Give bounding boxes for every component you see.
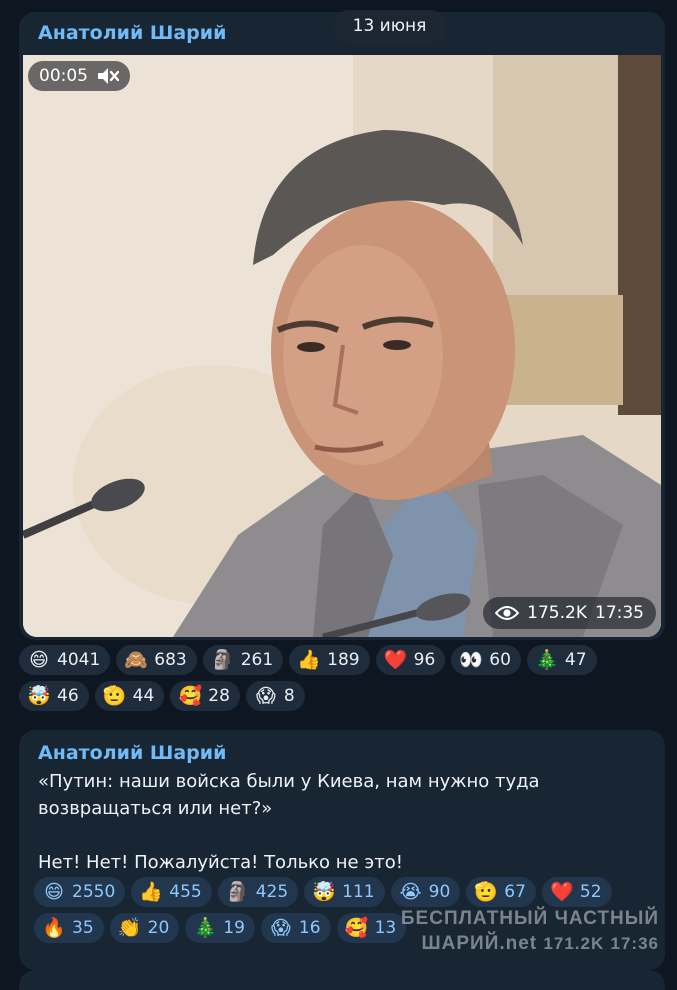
reaction-emoji: 🎄 bbox=[535, 649, 559, 671]
date-separator: 13 июня bbox=[333, 10, 446, 43]
reaction-pill[interactable]: 🔥 35 bbox=[34, 913, 104, 943]
post-text: «Путин: наши войска были у Киева, нам ну… bbox=[38, 771, 540, 873]
reaction-pill[interactable]: 🗿 425 bbox=[217, 877, 299, 907]
reaction-emoji: ❤️ bbox=[383, 649, 408, 671]
reaction-pill[interactable]: 🎄 47 bbox=[526, 645, 597, 675]
reaction-count: 455 bbox=[169, 882, 202, 902]
reaction-count: 261 bbox=[240, 650, 274, 670]
watermark-brand: ШАРИЙ.net bbox=[421, 933, 538, 954]
reaction-pill[interactable]: 👍 455 bbox=[131, 877, 212, 907]
reaction-count: 47 bbox=[564, 650, 587, 670]
reaction-emoji: 🤯 bbox=[27, 685, 51, 707]
reaction-count: 189 bbox=[327, 650, 360, 670]
reaction-pill[interactable]: 🫡 44 bbox=[94, 681, 165, 711]
post2-time: 17:36 bbox=[610, 934, 659, 953]
watermark: БЕСПЛАТНЫЙ ЧАСТНЫЙ ШАРИЙ.net 171.2K 17:3… bbox=[401, 906, 659, 956]
reaction-count: 35 bbox=[72, 918, 94, 938]
speaker-muted-icon[interactable] bbox=[96, 66, 120, 86]
reaction-emoji: 😭 bbox=[399, 881, 422, 903]
reaction-emoji: 🫡 bbox=[102, 685, 127, 707]
reaction-emoji: 🎄 bbox=[193, 917, 218, 939]
reaction-pill[interactable]: 😱 8 bbox=[245, 681, 305, 711]
reaction-pill[interactable]: 😄 2550 bbox=[34, 877, 126, 907]
reaction-pill[interactable]: 🫡 67 bbox=[466, 877, 536, 907]
reaction-emoji: 🔥 bbox=[42, 917, 66, 939]
reaction-pill[interactable]: 🥰 28 bbox=[170, 681, 240, 711]
reaction-count: 67 bbox=[504, 882, 526, 902]
reaction-emoji: 😱 bbox=[256, 685, 276, 707]
reaction-pill[interactable]: ❤️ 52 bbox=[541, 877, 612, 907]
video-views-badge: 175.2K 17:35 bbox=[483, 597, 656, 629]
reaction-count: 4041 bbox=[57, 650, 101, 670]
reaction-count: 8 bbox=[283, 686, 295, 706]
reaction-count: 60 bbox=[489, 650, 511, 670]
reaction-emoji: 🤯 bbox=[312, 881, 336, 903]
reaction-emoji: 👀 bbox=[459, 649, 484, 671]
reaction-count: 16 bbox=[298, 918, 321, 938]
reaction-emoji: 🫡 bbox=[474, 881, 499, 903]
reaction-pill[interactable]: 🎄 19 bbox=[185, 913, 255, 943]
reaction-pill[interactable]: 😭 90 bbox=[390, 877, 461, 907]
video-player[interactable]: 00:05 175.2K 17:35 bbox=[23, 55, 661, 637]
reaction-emoji: 👍 bbox=[139, 881, 164, 903]
video-duration: 00:05 bbox=[39, 66, 88, 86]
reaction-emoji: 👍 bbox=[297, 649, 321, 671]
reaction-count: 44 bbox=[132, 686, 155, 706]
post-time: 17:35 bbox=[595, 603, 644, 623]
reaction-emoji: 😱 bbox=[271, 917, 291, 939]
reaction-pill[interactable]: 🤯 46 bbox=[19, 681, 89, 711]
reaction-pill[interactable]: 😄 4041 bbox=[19, 645, 111, 675]
reaction-pill[interactable]: ❤️ 96 bbox=[375, 645, 446, 675]
reaction-count: 46 bbox=[57, 686, 79, 706]
reaction-pill[interactable]: 🙈 683 bbox=[116, 645, 197, 675]
post-author[interactable]: Анатолий Шарий bbox=[38, 742, 226, 764]
reaction-count: 52 bbox=[579, 882, 602, 902]
reaction-emoji: 👏 bbox=[117, 917, 142, 939]
video-duration-badge: 00:05 bbox=[28, 61, 130, 91]
post-author[interactable]: Анатолий Шарий bbox=[38, 22, 226, 44]
reaction-count: 20 bbox=[147, 918, 170, 938]
reaction-count: 90 bbox=[428, 882, 451, 902]
reaction-emoji: 🙈 bbox=[124, 649, 149, 671]
reaction-emoji: 🥰 bbox=[344, 917, 369, 939]
reaction-pill[interactable]: 👏 20 bbox=[109, 913, 180, 943]
watermark-line-1: БЕСПЛАТНЫЙ ЧАСТНЫЙ bbox=[400, 908, 659, 929]
post2-views: 171.2K bbox=[543, 934, 605, 953]
video-frame bbox=[23, 55, 661, 637]
next-message-peek bbox=[19, 970, 665, 990]
reaction-count: 2550 bbox=[72, 882, 116, 902]
reaction-count: 425 bbox=[255, 882, 289, 902]
reaction-emoji: ❤️ bbox=[550, 881, 574, 903]
reaction-pill[interactable]: 🥰 13 bbox=[336, 913, 407, 943]
reaction-pill[interactable]: 😱 16 bbox=[260, 913, 331, 943]
reaction-count: 19 bbox=[223, 918, 245, 938]
reaction-count: 13 bbox=[374, 918, 397, 938]
reaction-count: 111 bbox=[342, 882, 375, 902]
reaction-emoji: 🗿 bbox=[210, 649, 235, 671]
reaction-pill[interactable]: 🗿 261 bbox=[202, 645, 284, 675]
reaction-pill[interactable]: 🤯 111 bbox=[304, 877, 385, 907]
reaction-count: 28 bbox=[208, 686, 230, 706]
eye-icon bbox=[495, 605, 520, 621]
watermark-line-2: ШАРИЙ.net 171.2K 17:36 bbox=[401, 931, 659, 956]
reaction-pill[interactable]: 👀 60 bbox=[451, 645, 521, 675]
reaction-pill[interactable]: 👍 189 bbox=[289, 645, 370, 675]
reaction-emoji: 🥰 bbox=[178, 685, 203, 707]
reactions-bar: 😄 4041 🙈 683 🗿 261 👍 189 ❤️ 96 👀 60 🎄 47 🤯 46 🫡 4… bbox=[19, 645, 619, 711]
channel-post-video[interactable]: Анатолий Шарий 00:05 175.2K 17:35 bbox=[19, 12, 665, 640]
reaction-emoji: 😄 bbox=[29, 649, 49, 671]
reaction-count: 96 bbox=[413, 650, 436, 670]
reaction-count: 683 bbox=[154, 650, 187, 670]
reaction-emoji: 😄 bbox=[44, 881, 64, 903]
reaction-emoji: 🗿 bbox=[225, 881, 250, 903]
view-count: 175.2K bbox=[527, 603, 587, 623]
